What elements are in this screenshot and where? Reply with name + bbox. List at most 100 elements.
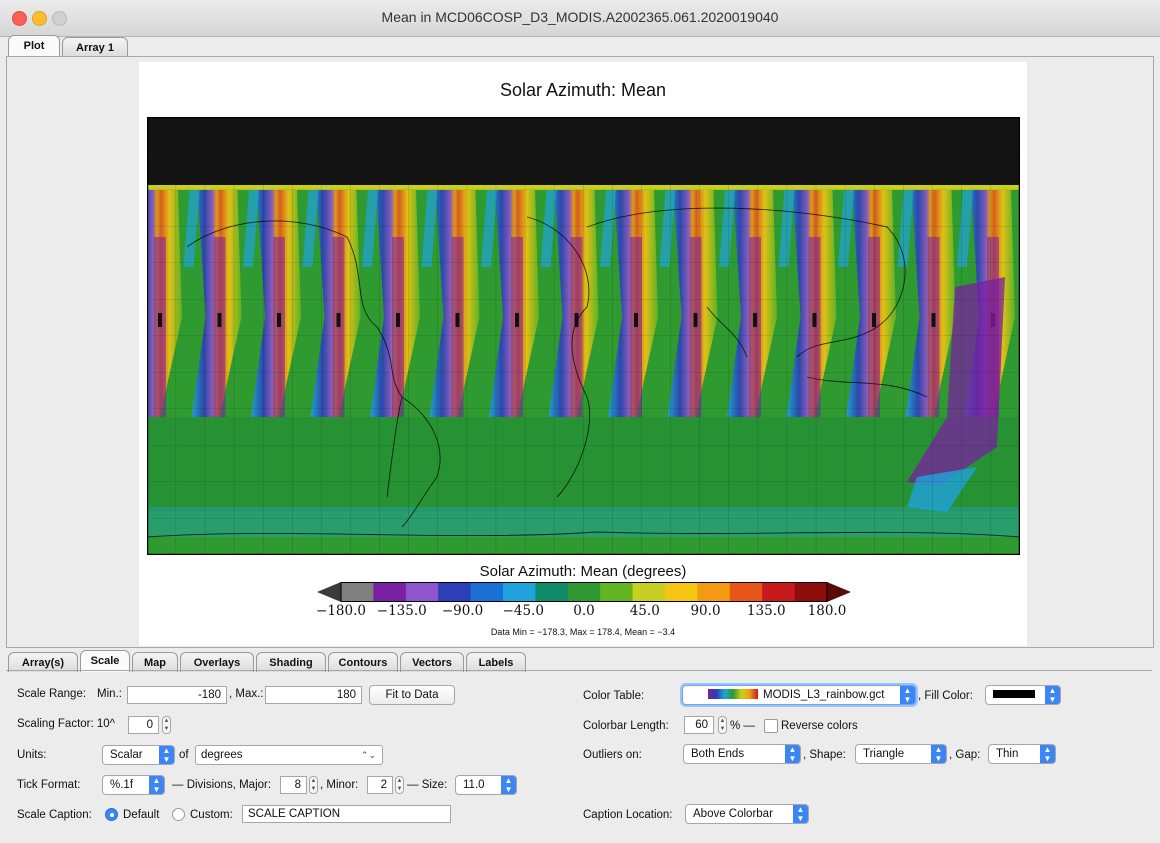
tab-array-1[interactable]: Array 1 xyxy=(62,37,128,57)
custom-caption-input[interactable]: SCALE CAPTION xyxy=(242,805,451,823)
caption-location-select[interactable]: Above Colorbar ▲ ▼ xyxy=(685,804,809,824)
tab-contours[interactable]: Contours xyxy=(328,652,398,672)
fill-color-label: , Fill Color: xyxy=(918,690,973,702)
bottom-tab-bar: Array(s) Scale Map Overlays Shading Cont… xyxy=(8,650,608,672)
size-label: — Size: xyxy=(407,779,448,791)
fill-color-select[interactable]: ▲ ▼ xyxy=(985,685,1061,705)
colorbar-cell xyxy=(341,582,374,602)
colorbar-cell xyxy=(632,582,666,602)
colorbar-cell xyxy=(665,582,698,602)
colorbar-cell xyxy=(405,582,439,602)
caption-location-value: Above Colorbar xyxy=(693,808,773,820)
colorbar-tick-label: −135.0 xyxy=(376,603,427,619)
fill-color-swatch xyxy=(993,690,1035,698)
colorbar-cell xyxy=(762,582,796,602)
window-titlebar: Mean in MCD06COSP_D3_MODIS.A2002365.061.… xyxy=(0,0,1160,37)
caption-custom-radio[interactable] xyxy=(172,808,185,821)
colorbar-high-outlier-triangle xyxy=(827,582,851,602)
min-label: Min.: xyxy=(97,688,122,700)
colorbar-tick-label: −180.0 xyxy=(316,603,366,619)
scaling-factor-stepper[interactable]: ▲ ▼ xyxy=(162,716,171,734)
data-stats: Data Min = −178.3, Max = 178.4, Mean = −… xyxy=(490,627,676,637)
minor-label: , Minor: xyxy=(320,779,359,791)
chevron-updown-icon: ▲ ▼ xyxy=(793,805,808,823)
colorbar-cell xyxy=(794,582,828,602)
colorbar-tick-label: 0.0 xyxy=(573,603,595,619)
tab-vectors[interactable]: Vectors xyxy=(400,652,464,672)
colorbar-cell xyxy=(729,582,763,602)
scale-range-label: Scale Range: xyxy=(17,688,87,700)
top-tab-bar: Plot Array 1 xyxy=(8,35,208,57)
tab-overlays[interactable]: Overlays xyxy=(180,652,254,672)
window-title: Mean in MCD06COSP_D3_MODIS.A2002365.061.… xyxy=(381,9,779,25)
color-table-value: MODIS_L3_rainbow.gct xyxy=(763,689,885,701)
chevron-updown-icon: ▲ ▼ xyxy=(785,745,800,763)
colorbar-length-input[interactable]: 60 xyxy=(684,716,714,734)
scale-min-input[interactable]: -180 xyxy=(127,686,227,704)
outliers-on-label: Outliers on: xyxy=(583,749,642,761)
caption-default-label: Default xyxy=(123,809,160,821)
units-label: Units: xyxy=(17,749,47,761)
color-table-select[interactable]: MODIS_L3_rainbow.gct ▲ ▼ xyxy=(682,685,916,705)
plot-canvas: Solar Azimuth: Mean Solar Azimuth: Mean … xyxy=(139,62,1027,646)
units-value-text: degrees xyxy=(201,749,243,761)
tab-map[interactable]: Map xyxy=(132,652,178,672)
chevron-updown-icon: ▲ ▼ xyxy=(1045,686,1060,704)
tick-size-select[interactable]: 11.0 ▲ ▼ xyxy=(455,775,517,795)
divisions-major-label: — Divisions, Major: xyxy=(172,779,272,791)
shape-label: , Shape: xyxy=(803,749,846,761)
colorbar-tick-label: −90.0 xyxy=(441,603,484,619)
length-unit-label: % — xyxy=(730,720,755,732)
tab-shading[interactable]: Shading xyxy=(256,652,326,672)
tab-arrays[interactable]: Array(s) xyxy=(8,652,78,672)
colorbar-tick-label: 90.0 xyxy=(690,603,721,619)
minor-divisions-input[interactable]: 2 xyxy=(367,776,393,794)
colorbar-cell xyxy=(600,582,634,602)
color-table-label: Color Table: xyxy=(583,690,645,702)
outlier-shape-select[interactable]: Triangle ▲ ▼ xyxy=(855,744,947,764)
tick-format-select[interactable]: %.1f ▲ ▼ xyxy=(102,775,165,795)
colorbar-cell xyxy=(470,582,504,602)
fit-to-data-button[interactable]: Fit to Data xyxy=(369,685,455,705)
max-label: , Max.: xyxy=(229,688,264,700)
tab-plot[interactable]: Plot xyxy=(8,35,60,57)
scale-max-input[interactable]: 180 xyxy=(265,686,362,704)
tick-format-value: %.1f xyxy=(110,779,134,791)
colorbar-cell xyxy=(503,582,536,602)
tab-scale[interactable]: Scale xyxy=(80,650,130,672)
chevron-updown-icon: ▲ ▼ xyxy=(501,776,516,794)
colorbar-tick-label: 180.0 xyxy=(807,603,847,619)
scaling-factor-label: Scaling Factor: 10^ xyxy=(17,718,116,730)
scaling-factor-input[interactable]: 0 xyxy=(128,716,159,734)
color-table-swatch xyxy=(708,689,758,699)
caption-default-radio[interactable] xyxy=(105,808,118,821)
gap-label: , Gap: xyxy=(949,749,981,761)
colorbar-low-outlier-triangle xyxy=(317,582,341,602)
minor-divisions-stepper[interactable]: ▲ ▼ xyxy=(395,776,404,794)
solar-azimuth-map xyxy=(147,117,1020,555)
colorbar-tick-label: −45.0 xyxy=(502,603,544,619)
colorbar-length-label: Colorbar Length: xyxy=(583,720,669,732)
units-type-select[interactable]: Scalar ▲ ▼ xyxy=(102,745,175,765)
outliers-value: Both Ends xyxy=(691,748,745,760)
major-divisions-stepper[interactable]: ▲ ▼ xyxy=(309,776,318,794)
colorbar xyxy=(317,582,851,602)
caption-custom-label: Custom: xyxy=(190,809,233,821)
colorbar-cell xyxy=(567,582,601,602)
outlier-gap-select[interactable]: Thin ▲ ▼ xyxy=(988,744,1056,764)
plot-title: Solar Azimuth: Mean xyxy=(499,80,667,100)
tab-labels[interactable]: Labels xyxy=(466,652,526,672)
colorbar-cell xyxy=(535,582,569,602)
colorbar-length-stepper[interactable]: ▲ ▼ xyxy=(718,716,727,734)
reverse-colors-checkbox[interactable] xyxy=(764,719,778,733)
reverse-colors-label: Reverse colors xyxy=(781,720,858,732)
of-label: of xyxy=(179,749,189,761)
outlier-shape-value: Triangle xyxy=(863,748,905,760)
outliers-select[interactable]: Both Ends ▲ ▼ xyxy=(683,744,801,764)
outlier-gap-value: Thin xyxy=(996,748,1019,760)
colorbar-cell xyxy=(697,582,731,602)
tick-size-value: 11.0 xyxy=(463,779,485,791)
chevron-updown-icon: ⌃⌄ xyxy=(360,750,376,760)
units-value-combo[interactable]: degrees ⌃⌄ xyxy=(195,745,383,765)
major-divisions-input[interactable]: 8 xyxy=(280,776,307,794)
